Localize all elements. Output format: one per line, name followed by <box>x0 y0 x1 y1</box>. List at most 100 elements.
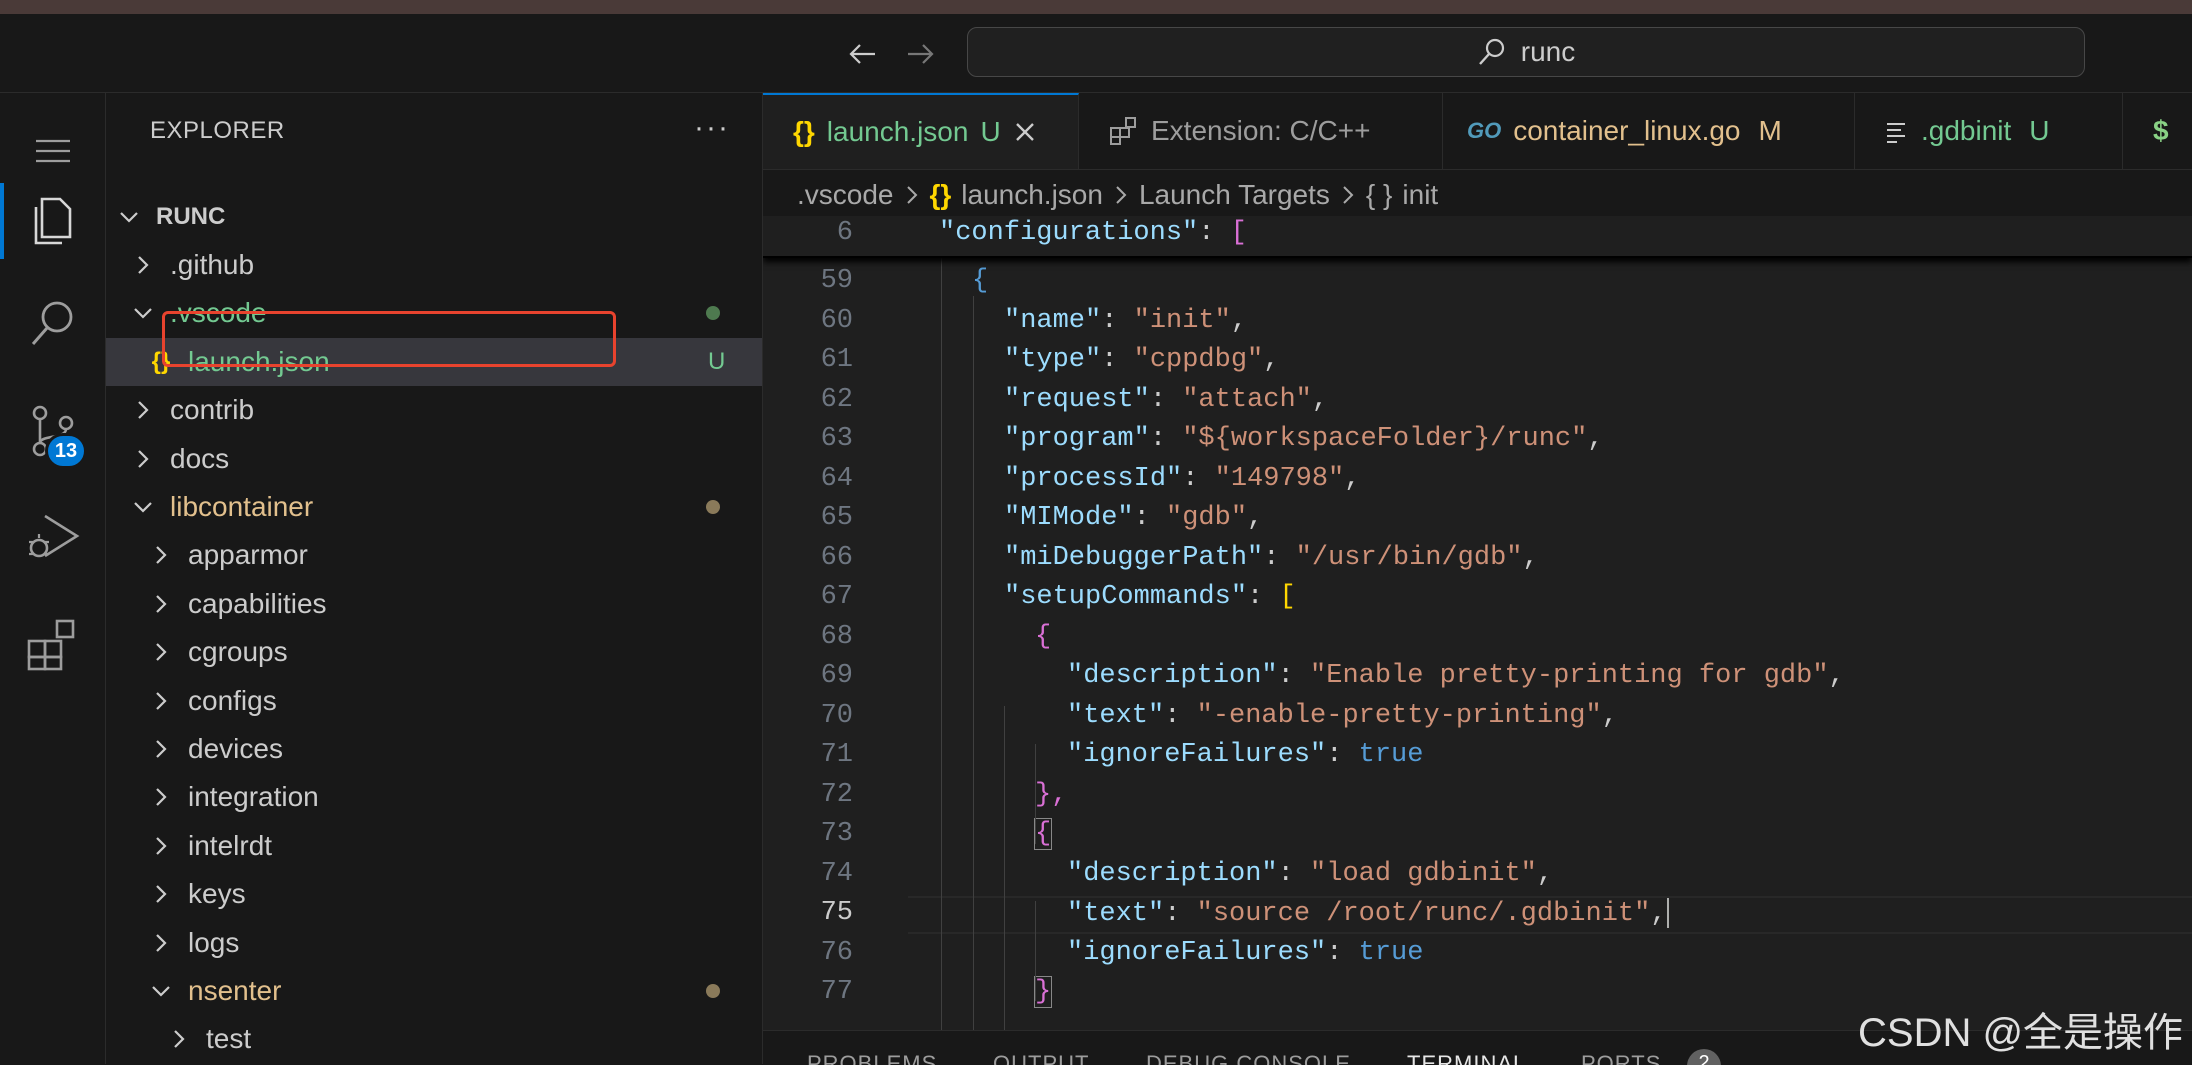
chevron-down-icon <box>146 976 176 1006</box>
tree-item-label: .github <box>170 249 254 281</box>
tree-item[interactable]: integration <box>106 773 762 821</box>
breadcrumb-symbol[interactable]: init <box>1402 179 1438 211</box>
line-number: 60 <box>763 306 853 336</box>
sticky-scroll-line[interactable]: 6 "configurations": [ <box>763 216 2192 258</box>
tab-container-linux-go[interactable]: GO container_linux.go M <box>1443 93 1855 169</box>
tree-item-label: libcontainer <box>170 491 313 523</box>
editor-tab-bar: {} launch.json U Extension: C/C++ GO con… <box>763 93 2192 170</box>
code-line: "ignoreFailures": true <box>1067 740 1423 770</box>
command-center-text: runc <box>1521 36 1575 68</box>
tree-root-label: RUNC <box>156 203 225 231</box>
tree-item[interactable]: docs <box>106 435 762 483</box>
tree-item[interactable]: devices <box>106 725 762 773</box>
modified-dot-icon <box>706 306 720 320</box>
line-number: 76 <box>763 938 853 968</box>
tab-gdbinit[interactable]: .gdbinit U <box>1855 93 2123 169</box>
tab-shell-script[interactable]: $ <box>2123 93 2192 169</box>
code-line: "miDebuggerPath": "/usr/bin/gdb", <box>1004 543 1539 573</box>
code-line: "text": "-enable-pretty-printing", <box>1067 701 1618 731</box>
chevron-right-icon <box>146 589 176 619</box>
search-view-button[interactable] <box>0 275 105 371</box>
tree-item-label: intelrdt <box>188 830 272 862</box>
chevron-right-icon <box>146 928 176 958</box>
chevron-right-icon <box>146 637 176 667</box>
tab-extension-cpp[interactable]: Extension: C/C++ <box>1079 93 1443 169</box>
line-number: 65 <box>763 503 853 533</box>
title-bar: runc <box>0 14 2192 93</box>
indent-guide <box>1035 901 1036 1001</box>
command-center-search[interactable]: runc <box>967 27 2085 77</box>
close-icon[interactable] <box>1013 120 1037 144</box>
modified-dot-icon <box>706 984 720 998</box>
run-debug-view-button[interactable] <box>0 488 105 584</box>
line-number: 59 <box>763 266 853 296</box>
tree-item[interactable]: logs <box>106 919 762 967</box>
line-number: 62 <box>763 385 853 415</box>
explorer-view-button[interactable] <box>0 173 105 269</box>
chevron-right-icon <box>146 831 176 861</box>
code-line: "type": "cppdbg", <box>1004 345 1279 375</box>
extensions-view-button[interactable] <box>0 595 105 691</box>
tab-status: U <box>2029 115 2049 147</box>
panel-tab-output[interactable]: OUTPUT <box>993 1051 1089 1065</box>
panel-tab-ports[interactable]: PORTS <box>1581 1051 1661 1065</box>
tree-item-label: contrib <box>170 394 254 426</box>
tab-status: U <box>980 116 1000 148</box>
tab-launch-json[interactable]: {} launch.json U <box>763 93 1079 169</box>
source-control-view-button[interactable]: 13 <box>0 383 105 479</box>
tree-item-label: configs <box>188 685 277 717</box>
panel-tab-problems[interactable]: PROBLEMS <box>807 1051 937 1065</box>
breadcrumb-folder[interactable]: .vscode <box>797 179 894 211</box>
line-number: 73 <box>763 819 853 849</box>
line-number: 66 <box>763 543 853 573</box>
go-forward-button[interactable] <box>900 34 940 74</box>
chevron-right-icon <box>146 734 176 764</box>
window-top-stripe <box>0 0 2192 14</box>
line-number: 61 <box>763 345 853 375</box>
git-status-badge: U <box>708 348 725 376</box>
extensions-icon <box>25 615 81 671</box>
breadcrumb-file[interactable]: launch.json <box>961 179 1103 211</box>
text-file-icon <box>1885 119 1909 143</box>
code-line: "ignoreFailures": true <box>1067 938 1423 968</box>
chevron-right-icon <box>146 879 176 909</box>
tree-item[interactable]: test <box>106 1015 762 1063</box>
json-file-icon: {} <box>793 116 815 148</box>
chevron-right-icon <box>128 395 158 425</box>
code-editor[interactable]: 6 "configurations": [ 59{60"name": "init… <box>763 216 2192 1030</box>
go-back-button[interactable] <box>843 34 883 74</box>
tree-item-label: test <box>206 1023 251 1055</box>
panel-tab-terminal[interactable]: TERMINAL <box>1407 1051 1526 1065</box>
code-line: "text": "source /root/runc/.gdbinit", <box>1067 898 1669 929</box>
tree-item[interactable]: cgroups <box>106 628 762 676</box>
explorer-more-actions[interactable]: ··· <box>694 111 730 145</box>
tree-item[interactable]: nsenter <box>106 967 762 1015</box>
tree-item-label: docs <box>170 443 229 475</box>
tree-item[interactable]: intelrdt <box>106 822 762 870</box>
code-line: "configurations": [ <box>939 218 1247 248</box>
tree-root[interactable]: RUNC <box>106 193 762 241</box>
tree-item[interactable]: keys <box>106 870 762 918</box>
panel-tab-debug-console[interactable]: DEBUG CONSOLE <box>1146 1051 1351 1065</box>
line-number: 72 <box>763 780 853 810</box>
line-number: 77 <box>763 977 853 1007</box>
chevron-right-icon <box>146 782 176 812</box>
tab-label: container_linux.go <box>1513 115 1740 147</box>
tree-item[interactable]: configs <box>106 677 762 725</box>
tree-item[interactable]: contrib <box>106 386 762 434</box>
line-number: 6 <box>763 218 853 248</box>
tree-item[interactable]: capabilities <box>106 580 762 628</box>
tree-item[interactable]: apparmor <box>106 531 762 579</box>
tree-item[interactable]: libcontainer <box>106 483 762 531</box>
tree-item[interactable]: .github <box>106 241 762 289</box>
arrow-left-icon <box>847 38 879 70</box>
indent-guide <box>973 296 974 1030</box>
code-line: }, <box>1035 780 1067 810</box>
code-line: "setupCommands": [ <box>1004 582 1296 612</box>
breadcrumb-symbol[interactable]: Launch Targets <box>1139 179 1330 211</box>
chevron-right-icon <box>1113 184 1129 206</box>
chevron-right-icon <box>164 1024 194 1054</box>
tree-item-label: keys <box>188 878 246 910</box>
code-line: { <box>1035 622 1051 652</box>
line-number: 74 <box>763 859 853 889</box>
